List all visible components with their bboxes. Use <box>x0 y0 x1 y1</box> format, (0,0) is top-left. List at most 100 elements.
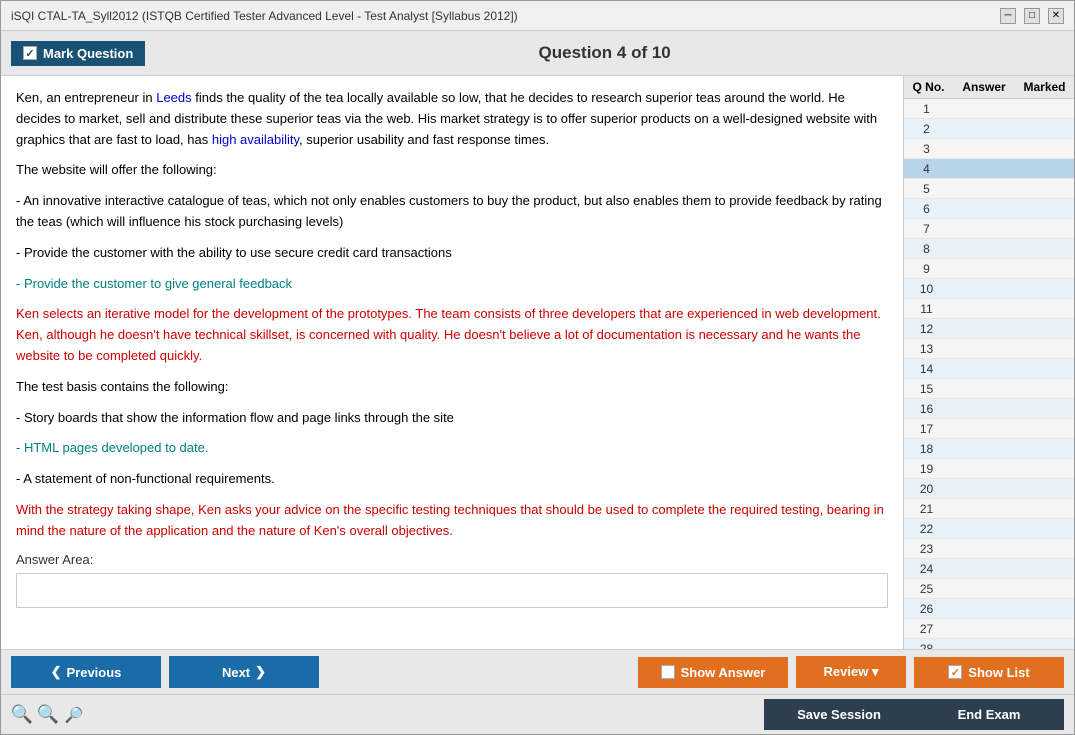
sidebar-row[interactable]: 13 <box>904 339 1074 359</box>
sidebar-col-answer: Answer <box>951 80 1017 94</box>
para-10: - A statement of non-functional requirem… <box>16 469 888 490</box>
close-button[interactable]: ✕ <box>1048 8 1064 24</box>
review-label: Review <box>824 664 869 679</box>
para-11: With the strategy taking shape, Ken asks… <box>16 500 888 542</box>
highlight-ken: Ken selects an iterative model for the d… <box>16 306 881 363</box>
sidebar-row[interactable]: 8 <box>904 239 1074 259</box>
sidebar-row[interactable]: 27 <box>904 619 1074 639</box>
sidebar-cell-qno: 17 <box>904 422 949 436</box>
sidebar-cell-qno: 9 <box>904 262 949 276</box>
sidebar-cell-qno: 1 <box>904 102 949 116</box>
para-2: The website will offer the following: <box>16 160 888 181</box>
show-answer-button[interactable]: Show Answer <box>638 657 788 688</box>
show-list-label: Show List <box>968 665 1029 680</box>
sidebar-row[interactable]: 17 <box>904 419 1074 439</box>
sidebar-row[interactable]: 22 <box>904 519 1074 539</box>
sidebar-cell-qno: 2 <box>904 122 949 136</box>
window-controls: ─ □ ✕ <box>1000 8 1064 24</box>
sidebar-row[interactable]: 23 <box>904 539 1074 559</box>
review-button[interactable]: Review ▾ <box>796 656 906 688</box>
para-6: Ken selects an iterative model for the d… <box>16 304 888 366</box>
sidebar-row[interactable]: 15 <box>904 379 1074 399</box>
sidebar-row[interactable]: 5 <box>904 179 1074 199</box>
highlight-html: - HTML pages developed to date. <box>16 440 208 455</box>
sidebar-cell-qno: 3 <box>904 142 949 156</box>
sidebar-row[interactable]: 24 <box>904 559 1074 579</box>
sidebar-row[interactable]: 21 <box>904 499 1074 519</box>
mark-checkbox-icon <box>23 46 37 60</box>
para-3: - An innovative interactive catalogue of… <box>16 191 888 233</box>
sidebar-row[interactable]: 6 <box>904 199 1074 219</box>
show-list-button[interactable]: ✓ Show List <box>914 657 1064 688</box>
para-1: Ken, an entrepreneur in Leeds finds the … <box>16 88 888 150</box>
sidebar-row[interactable]: 14 <box>904 359 1074 379</box>
sidebar-row[interactable]: 4 <box>904 159 1074 179</box>
sidebar-cell-qno: 10 <box>904 282 949 296</box>
mark-question-label: Mark Question <box>43 46 133 61</box>
para-8: - Story boards that show the information… <box>16 408 888 429</box>
question-area: Ken, an entrepreneur in Leeds finds the … <box>1 76 904 649</box>
sidebar-row[interactable]: 7 <box>904 219 1074 239</box>
sidebar-cell-qno: 21 <box>904 502 949 516</box>
sidebar-row[interactable]: 1 <box>904 99 1074 119</box>
para-7: The test basis contains the following: <box>16 377 888 398</box>
save-session-label: Save Session <box>797 707 881 722</box>
sidebar-row[interactable]: 19 <box>904 459 1074 479</box>
sidebar-row[interactable]: 12 <box>904 319 1074 339</box>
sidebar-cell-qno: 13 <box>904 342 949 356</box>
restore-button[interactable]: □ <box>1024 8 1040 24</box>
sidebar-row[interactable]: 10 <box>904 279 1074 299</box>
highlight-availability: high availability <box>212 132 299 147</box>
sidebar: Q No. Answer Marked 1 2 3 4 5 6 7 8 <box>904 76 1074 649</box>
end-exam-label: End Exam <box>958 707 1021 722</box>
highlight-leeds: Leeds <box>156 90 191 105</box>
sidebar-row[interactable]: 28 <box>904 639 1074 649</box>
sidebar-cell-qno: 12 <box>904 322 949 336</box>
show-list-checkbox-icon: ✓ <box>948 665 962 679</box>
sidebar-row[interactable]: 9 <box>904 259 1074 279</box>
sidebar-cell-qno: 19 <box>904 462 949 476</box>
sidebar-cell-qno: 7 <box>904 222 949 236</box>
highlight-feedback: - Provide the customer to give general f… <box>16 276 292 291</box>
next-button[interactable]: Next ❯ <box>169 656 319 688</box>
sidebar-cell-qno: 27 <box>904 622 949 636</box>
sidebar-cell-qno: 16 <box>904 402 949 416</box>
previous-button[interactable]: ❮ Previous <box>11 656 161 688</box>
sidebar-cell-qno: 24 <box>904 562 949 576</box>
zoom-out-button[interactable]: 🔍 <box>11 704 33 726</box>
toolbar: Mark Question Question 4 of 10 <box>1 31 1074 76</box>
sidebar-row[interactable]: 2 <box>904 119 1074 139</box>
save-session-button[interactable]: Save Session <box>764 699 914 730</box>
para-4: - Provide the customer with the ability … <box>16 243 888 264</box>
sidebar-row[interactable]: 11 <box>904 299 1074 319</box>
next-label: Next <box>222 665 250 680</box>
sidebar-row[interactable]: 25 <box>904 579 1074 599</box>
question-title: Question 4 of 10 <box>145 43 1064 63</box>
sidebar-row[interactable]: 16 <box>904 399 1074 419</box>
prev-chevron-icon: ❮ <box>51 664 62 680</box>
show-answer-label: Show Answer <box>681 665 766 680</box>
answer-area-label: Answer Area: <box>16 552 888 567</box>
minimize-button[interactable]: ─ <box>1000 8 1016 24</box>
sidebar-row[interactable]: 26 <box>904 599 1074 619</box>
end-exam-button[interactable]: End Exam <box>914 699 1064 730</box>
sidebar-cell-qno: 5 <box>904 182 949 196</box>
mark-question-button[interactable]: Mark Question <box>11 41 145 66</box>
sidebar-cell-qno: 4 <box>904 162 949 176</box>
sidebar-header: Q No. Answer Marked <box>904 76 1074 99</box>
sidebar-col-qno: Q No. <box>906 80 951 94</box>
sidebar-col-marked: Marked <box>1017 80 1072 94</box>
sidebar-row[interactable]: 20 <box>904 479 1074 499</box>
zoom-reset-button[interactable]: 🔍 <box>37 704 59 726</box>
answer-input[interactable] <box>16 573 888 608</box>
sidebar-cell-qno: 20 <box>904 482 949 496</box>
sidebar-row[interactable]: 3 <box>904 139 1074 159</box>
sidebar-cell-qno: 23 <box>904 542 949 556</box>
window-title: iSQI CTAL-TA_Syll2012 (ISTQB Certified T… <box>11 9 518 23</box>
sidebar-cell-qno: 22 <box>904 522 949 536</box>
sidebar-row[interactable]: 18 <box>904 439 1074 459</box>
bottom-bar-2: 🔍 🔍 🔎 Save Session End Exam <box>1 694 1074 734</box>
zoom-in-button[interactable]: 🔎 <box>63 704 85 726</box>
review-chevron-icon: ▾ <box>872 664 879 679</box>
sidebar-list: 1 2 3 4 5 6 7 8 9 10 11 <box>904 99 1074 649</box>
